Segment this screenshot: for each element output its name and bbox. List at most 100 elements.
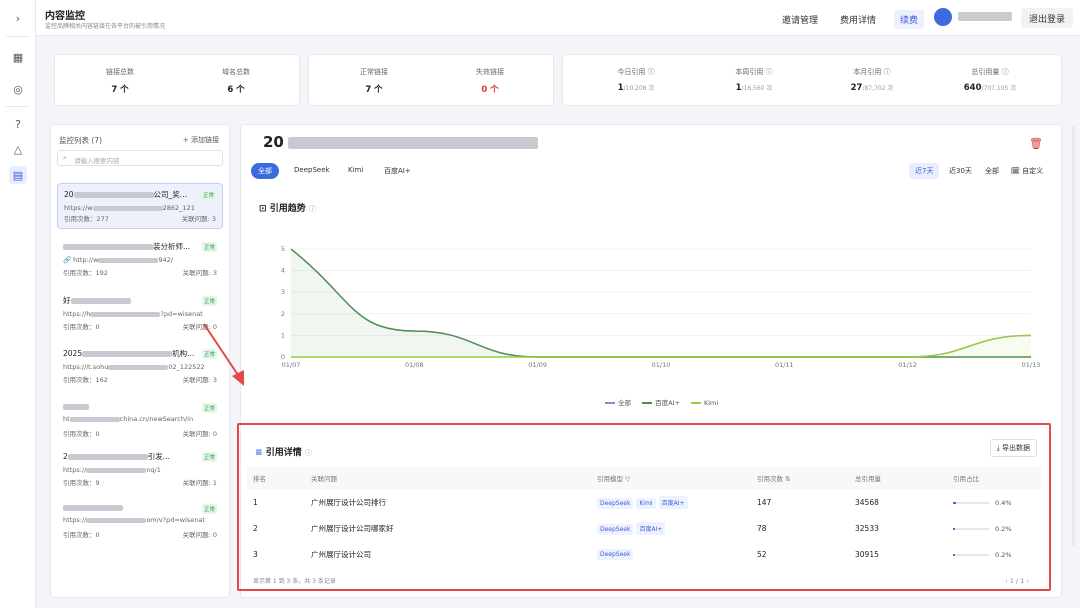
model-tag: DeepSeek	[597, 497, 634, 509]
item-url: ht china.cn/newSearch/in	[63, 415, 194, 423]
column-header[interactable]: 引用模型 ▽	[597, 467, 757, 489]
status-badge: 正常	[200, 190, 216, 200]
range-7d[interactable]: 近7天	[909, 163, 940, 179]
item-cites: 引用次数：192	[63, 269, 108, 277]
username[interactable]	[958, 12, 1012, 21]
trend-title: 引用趋势	[269, 204, 306, 214]
tab-all[interactable]: 全部	[251, 163, 279, 179]
item-related: 关联问题: 0	[182, 430, 217, 438]
stats-group-status: 正常链接 7 个 失效链接 0 个	[308, 54, 554, 106]
monitor-list-item[interactable]: 正常 ht china.cn/newSearch/in 引用次数：0 关联问题: 0	[57, 397, 223, 443]
legend-item[interactable]: Kimi	[704, 399, 718, 407]
search-input[interactable]: ⌕ 请输入搜索内容	[57, 150, 223, 166]
scrollbar[interactable]	[1072, 126, 1075, 546]
status-badge: 正常	[201, 242, 217, 252]
monitor-list-item[interactable]: 正常 https://om/v?pd=wisenat 引用次数：0 关联问题: 0	[57, 498, 223, 544]
detail-title: 引用详情	[265, 448, 302, 458]
ratio-bar	[953, 501, 989, 504]
document-icon[interactable]: ▤	[9, 166, 27, 184]
item-url: 🔗 http://w 942/	[63, 256, 173, 264]
ratio-text: 0.2%	[995, 524, 1012, 533]
nav-billing[interactable]: 费用详情	[834, 10, 882, 29]
legend-item[interactable]: 百度AI+	[655, 399, 680, 407]
pagination[interactable]: ‹ 1 / 1 ›	[1005, 577, 1029, 585]
help-icon[interactable]: ?	[9, 115, 27, 133]
stat-sub: /10,208 次	[623, 85, 655, 92]
y-tick-label: 3	[281, 288, 285, 296]
y-tick-label: 5	[281, 245, 285, 253]
model-tag: 百度AI+	[658, 495, 688, 509]
series-area	[291, 249, 1031, 357]
item-cites: 引用次数：9	[63, 479, 100, 487]
status-badge: 正常	[201, 403, 217, 413]
stat-sub: /87,702 次	[862, 85, 894, 92]
y-tick-label: 0	[281, 353, 285, 361]
monitor-list-item[interactable]: 2 引发... 正常 https://nq/1 引用次数：9 关联问题: 1	[57, 446, 223, 492]
ratio-text: 0.2%	[995, 550, 1012, 559]
tab-kimi[interactable]: Kimi	[341, 163, 370, 177]
x-tick-label: 01/13	[1022, 361, 1041, 369]
avatar[interactable]	[934, 8, 952, 26]
range-custom[interactable]: 🗓 自定义	[1005, 163, 1049, 179]
item-url: https://it.sohu 02_122522	[63, 363, 205, 371]
add-link-button[interactable]: + 添加链接	[183, 135, 219, 145]
monitor-list-title: 监控列表 (7)	[59, 136, 103, 145]
monitor-list-item[interactable]: 20 公司_奖... 正常 https://w 2862_121 引用次数：277 关联问题…	[57, 183, 223, 229]
ratio-bar	[953, 553, 989, 556]
item-title	[63, 503, 201, 512]
y-tick-label: 1	[281, 331, 285, 339]
trash-icon[interactable]: 🗑	[1029, 137, 1043, 150]
annotation-arrow	[203, 323, 244, 386]
stats-group-citations: 今日引用 ⓘ 1/10,208 次 本周引用 ⓘ 1/16,560 次 本月引用 ⓘ…	[562, 54, 1062, 106]
item-url: https://om/v?pd=wisenat	[63, 516, 205, 524]
range-30d[interactable]: 近30天	[943, 163, 978, 179]
status-badge: 正常	[201, 452, 217, 462]
column-header: 总引用量	[855, 467, 953, 489]
table-row[interactable]: 2 广州展厅设计公司哪家好 DeepSeek 百度AI+ 78 32533 0.2%	[247, 515, 1041, 541]
tab-deepseek[interactable]: DeepSeek	[287, 163, 337, 177]
ratio-cell: 0.2%	[953, 541, 1041, 567]
detail-table: 排名 关联问题 引用模型 ▽ 引用次数 ⇅ 总引用量 引用占比 1 广州展厅设计公司排行 De…	[247, 467, 1041, 567]
tab-baidu[interactable]: 百度AI+	[377, 163, 418, 179]
table-row[interactable]: 1 广州展厅设计公司排行 DeepSeek Kimi 百度AI+ 147 34568 0.4%	[247, 489, 1041, 515]
item-related: 关联问题: 3	[182, 269, 217, 277]
compass-icon[interactable]: ◎	[9, 80, 27, 98]
rank-cell: 2	[253, 523, 258, 533]
model-tag: DeepSeek	[597, 548, 634, 560]
page-subtitle: 监控品牌相关内容链接在各平台的被引用情况	[45, 23, 166, 30]
models-cell: DeepSeek	[597, 541, 757, 567]
range-all[interactable]: 全部	[979, 163, 1005, 179]
item-url: https://w 2862_121	[64, 204, 195, 212]
item-cites: 引用次数：162	[63, 376, 108, 384]
ratio-cell: 0.4%	[953, 489, 1041, 515]
rank-cell: 3	[253, 549, 258, 559]
monitor-list-item[interactable]: 装分析师... 正常 🔗 http://w 942/引用次数：192 关联问题: 3	[57, 236, 223, 282]
legend-swatch	[605, 402, 615, 404]
expand-chevron-icon[interactable]: ›	[9, 9, 27, 27]
link-title: 20	[263, 133, 538, 151]
stat-value: 27	[850, 83, 863, 93]
legend-swatch	[642, 402, 653, 404]
list-icon: ≡	[255, 448, 263, 458]
model-tag: 百度AI+	[636, 521, 666, 535]
legend-item[interactable]: 全部	[618, 399, 631, 407]
nav-invite[interactable]: 邀请管理	[776, 10, 824, 29]
question-cell: 广州展厅设计公司哪家好	[311, 523, 394, 533]
export-button[interactable]: ⤓ 导出数据	[989, 439, 1037, 457]
y-tick-label: 2	[281, 310, 285, 318]
column-header[interactable]: 引用次数 ⇅	[757, 467, 855, 489]
item-url: https://nq/1	[63, 466, 161, 474]
nav-renew[interactable]: 续费	[894, 10, 925, 29]
ratio-text: 0.4%	[995, 498, 1012, 507]
ratio-cell: 0.2%	[953, 515, 1041, 541]
ratio-bar	[953, 527, 989, 530]
divider	[6, 106, 30, 107]
item-title	[63, 402, 201, 411]
item-cites: 引用次数：0	[63, 430, 100, 438]
dashboard-grid-icon[interactable]: ▦	[9, 48, 27, 66]
logout-button[interactable]: 退出登录	[1021, 8, 1073, 28]
table-row[interactable]: 3 广州展厅设计公司 DeepSeek 52 30915 0.2%	[247, 541, 1041, 567]
info-icon: ⓘ	[304, 449, 312, 457]
search-placeholder: 请输入搜索内容	[74, 157, 120, 165]
warning-icon[interactable]: △	[9, 140, 27, 158]
